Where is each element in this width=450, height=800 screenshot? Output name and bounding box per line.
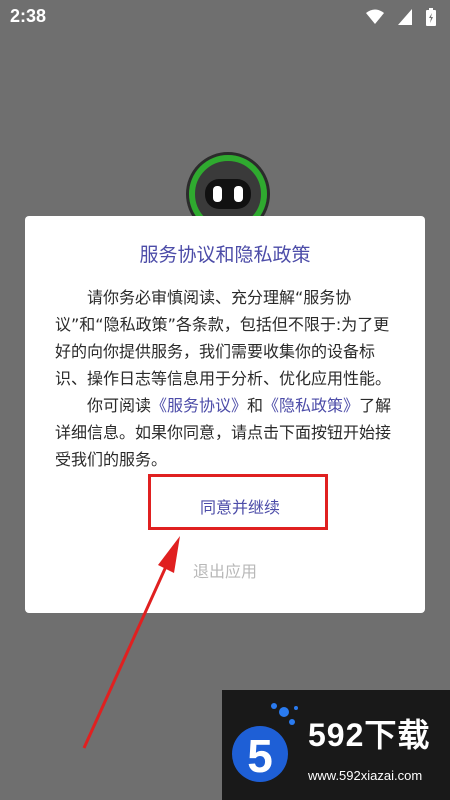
annotation-arrow <box>82 536 180 749</box>
watermark: 5 592下载 www.592xiazai.com <box>222 690 450 800</box>
watermark-logo-icon: 5 <box>232 703 298 782</box>
watermark-brand: 592下载 <box>308 717 431 753</box>
watermark-url: www.592xiazai.com <box>308 768 423 783</box>
watermark-logo-text: 5 <box>247 730 273 782</box>
